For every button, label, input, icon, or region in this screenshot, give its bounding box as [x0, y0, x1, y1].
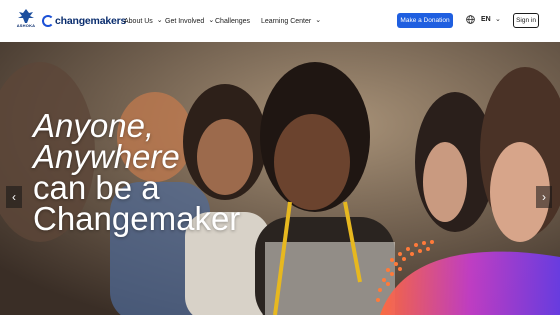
hero-banner: Anyone, Anywhere can be a Changemaker ‹ … [0, 42, 560, 315]
nav-challenges[interactable]: Challenges [215, 18, 255, 25]
changemakers-logo[interactable]: changemakers [42, 14, 126, 28]
ashoka-tree-icon [18, 9, 34, 23]
sign-in-button[interactable]: Sign in [513, 13, 539, 28]
ashoka-logo[interactable]: ASHOKA [15, 9, 37, 35]
hero-title-line-2: Anywhere [33, 138, 180, 175]
chevron-down-icon: ⌄ [315, 17, 322, 24]
donate-button[interactable]: Make a Donation [397, 13, 453, 28]
hero-title-line-3: can be a [33, 169, 160, 206]
language-selector[interactable]: EN [481, 16, 491, 23]
ashoka-wordmark: ASHOKA [16, 23, 36, 28]
hero-title-line-4: Changemaker [33, 200, 241, 237]
chevron-left-icon: ‹ [12, 190, 16, 204]
changemakers-wordmark: changemakers [55, 15, 127, 27]
chevron-right-icon: › [542, 190, 546, 204]
hero-title-line-1: Anyone, [33, 107, 155, 144]
carousel-prev-button[interactable]: ‹ [6, 186, 22, 208]
changemakers-mark-icon [42, 15, 54, 27]
chevron-down-icon: ⌄ [156, 17, 163, 24]
chevron-down-icon: ⌄ [208, 17, 215, 24]
nav-about-us[interactable]: About Us ⌄ [124, 17, 164, 25]
nav-learning-center[interactable]: Learning Center ⌄ [261, 17, 321, 25]
carousel-next-button[interactable]: › [536, 186, 552, 208]
globe-icon[interactable] [466, 15, 475, 24]
hero-title: Anyone, Anywhere can be a Changemaker [33, 107, 241, 237]
chevron-down-icon[interactable]: ⌄ [495, 15, 501, 23]
nav-get-involved[interactable]: Get Involved ⌄ [165, 17, 217, 25]
site-header: ASHOKA changemakers About Us ⌄ Get Invol… [0, 0, 560, 42]
